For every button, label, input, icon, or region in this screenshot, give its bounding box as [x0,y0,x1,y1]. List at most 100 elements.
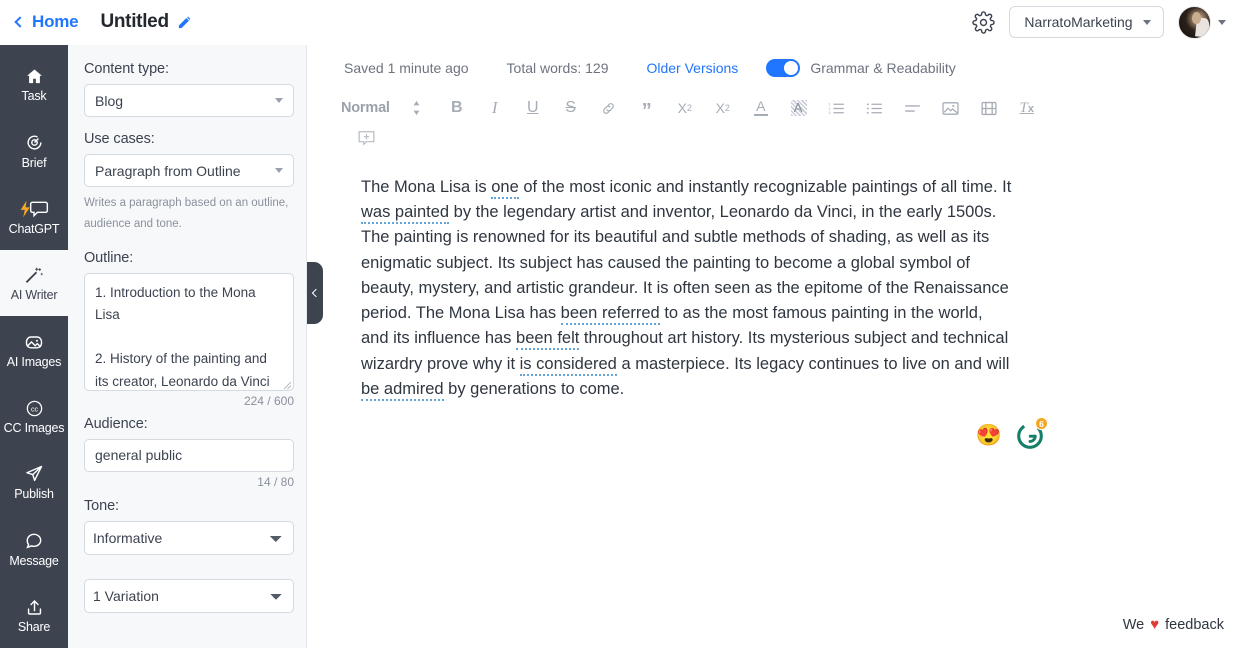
numbered-list-icon[interactable]: 1 2 3 [818,93,856,123]
sidebar-item-message[interactable]: Message [0,515,68,581]
chevron-down-icon [1218,19,1226,25]
feedback-button[interactable]: We ♥ feedback [1116,613,1230,636]
document-body[interactable]: The Mona Lisa is one of the most iconic … [308,175,1068,402]
grammar-toggle-label: Grammar & Readability [810,60,956,76]
svg-text:3: 3 [829,110,831,115]
gear-icon[interactable] [972,10,995,34]
cc-icon: cc [25,397,44,419]
sidebar-item-label: CC Images [3,421,65,436]
insert-image-icon[interactable] [932,93,970,123]
use-cases-help-text: Writes a paragraph based on an outline, … [84,197,289,231]
updown-arrows-icon[interactable] [396,93,438,123]
user-menu[interactable] [1178,5,1226,39]
home-label: Home [32,12,79,31]
grammar-suggestion-span[interactable]: one [491,178,519,199]
toggle-knob [784,61,799,75]
magic-wand-icon [24,264,45,286]
paragraph-style-select[interactable]: Normal [341,93,396,123]
sidebar-item-chatgpt[interactable]: ChatGPT [0,184,68,250]
feedback-pre-label: We [1122,616,1145,633]
word-count: Total words: 129 [506,60,609,76]
heart-eyes-emoji-icon[interactable]: 😍 [976,425,1002,446]
insert-video-icon[interactable] [970,93,1008,123]
link-icon[interactable] [590,93,628,123]
grammar-suggestion-span[interactable]: is considered [519,354,617,376]
sidebar-item-label: Brief [21,155,47,170]
grammar-suggestion-span[interactable]: was painted [361,203,450,225]
sidebar-item-label: AI Images [6,354,62,369]
home-icon [25,65,44,87]
grammarly-icon[interactable]: 6 [1016,417,1048,450]
speech-bubble-icon [24,530,44,552]
reaction-row: 😍 6 [308,417,1048,450]
use-cases-select[interactable]: Paragraph from Outline [84,154,294,187]
sidebar-item-publish[interactable]: Publish [0,449,68,515]
bullet-list-icon[interactable] [856,93,894,123]
avatar [1178,5,1211,39]
chevron-down-icon [1142,19,1151,25]
left-nav-rail: Task Brief ChatGPT AI Writer AI Images c… [0,45,68,648]
older-versions-link[interactable]: Older Versions [646,60,738,76]
sidebar-item-share[interactable]: Share [0,582,68,648]
quote-icon[interactable]: ” [628,93,666,123]
top-header: Home Untitled NarratoMarketing [0,0,1240,45]
sidebar-item-label: AI Writer [10,288,58,303]
italic-icon[interactable]: I [476,93,514,123]
collapse-panel-button[interactable] [307,262,323,324]
document-paragraph: The Mona Lisa is one of the most iconic … [361,175,1012,402]
outline-textarea[interactable]: 1. Introduction to the Mona Lisa 2. Hist… [84,272,294,391]
sidebar-item-task[interactable]: Task [0,51,68,117]
page-title: Untitled [100,11,169,32]
heart-icon: ♥ [1150,616,1160,633]
saved-status: Saved 1 minute ago [344,60,469,76]
organization-name: NarratoMarketing [1024,14,1133,30]
grammar-suggestion-span[interactable]: been referred [560,304,660,326]
chevron-down-icon [275,168,283,173]
audience-input[interactable] [84,438,294,472]
use-cases-label: Use cases: [84,131,155,147]
subscript-icon[interactable]: X2 [666,93,704,123]
strikethrough-icon[interactable]: S [552,93,590,123]
header-right-group: NarratoMarketing [972,5,1226,39]
sidebar-item-cc-images[interactable]: cc CC Images [0,383,68,449]
outline-character-counter: 224 / 600 [243,393,294,408]
paper-plane-icon [24,463,44,485]
add-comment-icon[interactable] [347,123,385,153]
chevron-down-icon [275,98,283,103]
sidebar-item-ai-images[interactable]: AI Images [0,316,68,382]
bold-icon[interactable]: B [438,93,476,123]
outline-label: Outline: [84,249,134,266]
edit-pencil-icon[interactable] [177,15,192,30]
underline-icon[interactable]: U [514,93,552,123]
back-to-home-link[interactable]: Home [14,12,79,32]
grammar-readability-toggle[interactable] [766,59,801,77]
sidebar-item-ai-writer[interactable]: AI Writer [0,249,68,317]
sidebar-item-brief[interactable]: Brief [0,117,68,183]
grammar-suggestion-span[interactable]: be admired [361,379,444,401]
sidebar-item-label: Message [9,553,59,568]
sidebar-item-label: Share [17,620,51,635]
use-cases-value: Paragraph from Outline [95,162,241,179]
image-icon [24,331,44,353]
clear-formatting-icon[interactable]: Tx [1008,93,1046,123]
font-color-icon[interactable]: A [742,93,780,123]
content-type-select[interactable]: Blog [84,84,294,117]
body-text-span: a masterpiece. Its legacy continues to l… [616,354,1010,373]
organization-selector[interactable]: NarratoMarketing [1009,6,1164,38]
editor-area: Saved 1 minute ago Total words: 129 Olde… [308,45,1240,648]
align-left-icon[interactable] [894,93,932,123]
audience-label: Audience: [84,415,148,432]
content-type-value: Blog [95,92,124,109]
tone-select[interactable]: Informative [84,520,294,555]
superscript-icon[interactable]: X2 [704,93,742,123]
highlight-icon[interactable]: A [780,93,818,123]
settings-panel: Content type: Blog Use cases: Paragraph … [68,45,307,648]
variation-select[interactable]: 1 Variation [84,578,294,613]
sidebar-item-label: Task [21,89,47,104]
grammarly-issue-count: 6 [1035,417,1048,431]
grammar-suggestion-span[interactable]: been felt [516,329,580,351]
body-text-span: of the most iconic and instantly recogni… [518,178,1012,196]
editor-status-bar: Saved 1 minute ago Total words: 129 Olde… [308,45,1240,91]
audience-character-counter: 14 / 80 [257,474,294,489]
feedback-post-label: feedback [1165,616,1224,633]
